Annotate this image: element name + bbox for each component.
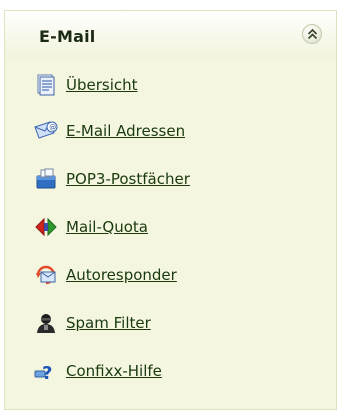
- help-icon: ?: [34, 359, 58, 384]
- menu-item-confixx-hilfe[interactable]: ? Confixx-Hilfe: [34, 358, 162, 384]
- menu-item-pop3-postfaecher[interactable]: POP3-Postfächer: [34, 166, 190, 192]
- menu-item-label[interactable]: Confixx-Hilfe: [66, 362, 162, 380]
- menu-item-autoresponder[interactable]: Autoresponder: [34, 262, 177, 288]
- email-address-icon: @: [34, 119, 58, 143]
- menu-item-label[interactable]: E-Mail Adressen: [66, 122, 185, 140]
- menu-item-label[interactable]: Autoresponder: [66, 266, 177, 284]
- menu-item-label[interactable]: POP3-Postfächer: [66, 170, 190, 188]
- menu-item-label[interactable]: Übersicht: [66, 76, 138, 94]
- spam-filter-icon: [34, 311, 58, 335]
- menu-item-email-adressen[interactable]: @ E-Mail Adressen: [34, 118, 185, 144]
- autoresponder-icon: [34, 263, 58, 287]
- panel-header: E-Mail: [5, 10, 336, 59]
- menu-item-uebersicht[interactable]: Übersicht: [34, 72, 138, 98]
- menu-item-label[interactable]: Mail-Quota: [66, 218, 148, 236]
- email-panel: E-Mail: [4, 10, 337, 410]
- menu-item-spam-filter[interactable]: Spam Filter: [34, 310, 151, 336]
- document-icon: [34, 73, 58, 97]
- quota-icon: [34, 215, 58, 239]
- menu-item-label[interactable]: Spam Filter: [66, 314, 151, 332]
- double-chevron-up-icon: [307, 28, 318, 40]
- menu-item-mail-quota[interactable]: Mail-Quota: [34, 214, 148, 240]
- panel-title: E-Mail: [39, 27, 96, 46]
- svg-text:@: @: [49, 124, 56, 132]
- svg-text:?: ?: [42, 363, 52, 383]
- mailbox-icon: [34, 167, 58, 191]
- collapse-button[interactable]: [302, 24, 322, 44]
